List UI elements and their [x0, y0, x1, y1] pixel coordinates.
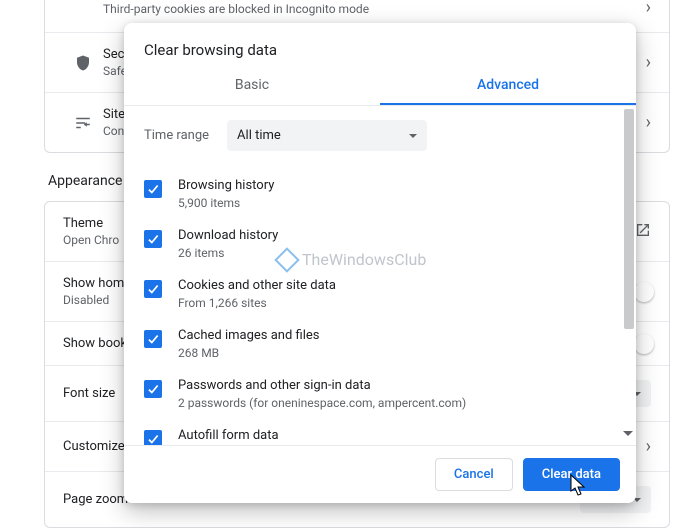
scrollbar[interactable] — [622, 106, 636, 445]
time-range-label: Time range — [144, 128, 209, 143]
option-sub: From 1,266 sites — [178, 296, 336, 310]
scrollbar-down-arrow-icon[interactable] — [623, 431, 633, 441]
option-title: Passwords and other sign-in data — [178, 378, 466, 393]
modal-backdrop: Clear browsing data Basic Advanced Time … — [0, 0, 700, 526]
option-sub: 5,900 items — [178, 196, 274, 210]
option-sub: 2 passwords (for oneninespace.com, amper… — [178, 396, 466, 410]
time-range-select[interactable]: All time — [227, 120, 427, 151]
chevron-down-icon — [409, 134, 417, 142]
checkbox[interactable] — [144, 280, 162, 298]
options-scroll-area: Time range All time Browsing history 5,90… — [124, 106, 622, 445]
option-row[interactable]: Passwords and other sign-in data 2 passwo… — [144, 369, 606, 419]
dialog-tabs: Basic Advanced — [124, 67, 636, 105]
clear-data-button[interactable]: Clear data — [523, 458, 620, 491]
cancel-button[interactable]: Cancel — [435, 458, 513, 491]
option-sub: 268 MB — [178, 346, 319, 360]
clear-browsing-data-dialog: Clear browsing data Basic Advanced Time … — [124, 23, 636, 503]
dialog-title: Clear browsing data — [124, 23, 636, 67]
dialog-body: Time range All time Browsing history 5,90… — [124, 106, 636, 445]
active-tab-indicator — [380, 103, 636, 106]
dialog-footer: Cancel Clear data — [124, 445, 636, 503]
tab-basic[interactable]: Basic — [124, 67, 380, 105]
checkbox[interactable] — [144, 430, 162, 445]
options-list: Browsing history 5,900 items Download hist… — [144, 169, 606, 445]
checkbox[interactable] — [144, 230, 162, 248]
option-row[interactable]: Autofill form data — [144, 419, 606, 445]
option-row[interactable]: Download history 26 items — [144, 219, 606, 269]
option-title: Cached images and files — [178, 328, 319, 343]
time-range-row: Time range All time — [144, 120, 606, 151]
option-row[interactable]: Cookies and other site data From 1,266 si… — [144, 269, 606, 319]
option-row[interactable]: Browsing history 5,900 items — [144, 169, 606, 219]
option-title: Download history — [178, 228, 278, 243]
tab-advanced[interactable]: Advanced — [380, 67, 636, 105]
option-sub: 26 items — [178, 246, 278, 260]
option-row[interactable]: Cached images and files 268 MB — [144, 319, 606, 369]
option-title: Autofill form data — [178, 428, 279, 443]
checkbox[interactable] — [144, 180, 162, 198]
scrollbar-thumb[interactable] — [624, 109, 634, 329]
checkbox[interactable] — [144, 380, 162, 398]
option-title: Browsing history — [178, 178, 274, 193]
option-title: Cookies and other site data — [178, 278, 336, 293]
time-range-value: All time — [237, 128, 281, 143]
checkbox[interactable] — [144, 330, 162, 348]
